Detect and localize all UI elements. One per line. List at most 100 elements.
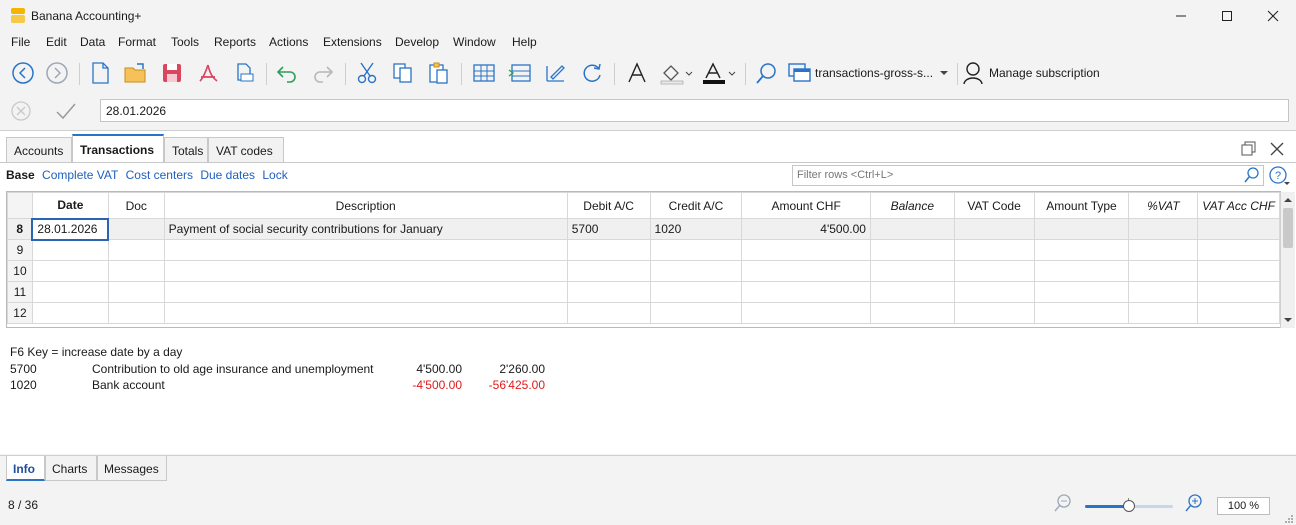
menu-tools[interactable]: Tools — [171, 35, 199, 49]
document-selector[interactable]: transactions-gross-s... — [788, 59, 954, 87]
cell-vat-acc[interactable] — [1197, 302, 1280, 324]
cell-amount[interactable] — [741, 260, 871, 282]
row-number[interactable]: 11 — [7, 281, 33, 303]
copy-button[interactable] — [388, 57, 418, 89]
cell-debit[interactable] — [566, 260, 651, 282]
cell-balance[interactable] — [869, 260, 955, 282]
row-number[interactable]: 9 — [7, 239, 33, 261]
vertical-scrollbar[interactable] — [1280, 192, 1295, 328]
zoom-level[interactable]: 100 % — [1217, 497, 1270, 515]
table-row[interactable]: 10 — [7, 260, 1280, 282]
scrollbar-thumb[interactable] — [1283, 208, 1293, 248]
forward-button[interactable] — [42, 57, 72, 89]
paste-button[interactable] — [424, 57, 454, 89]
menu-data[interactable]: Data — [80, 35, 105, 49]
tab-vat-codes[interactable]: VAT codes — [208, 137, 284, 162]
cell-vat-code[interactable] — [953, 218, 1035, 240]
add-rows-button[interactable] — [469, 57, 499, 89]
cell-debit[interactable] — [566, 281, 651, 303]
cell-vat-pct[interactable] — [1128, 302, 1199, 324]
back-button[interactable] — [8, 57, 38, 89]
help-button[interactable]: ? — [1269, 166, 1291, 186]
tab-transactions[interactable]: Transactions — [72, 134, 164, 163]
cell-date[interactable] — [31, 239, 109, 261]
new-file-button[interactable] — [85, 57, 115, 89]
cell-debit[interactable] — [566, 239, 651, 261]
view-base[interactable]: Base — [6, 168, 35, 182]
col-header-doc[interactable]: Doc — [107, 192, 165, 219]
menu-window[interactable]: Window — [453, 35, 496, 49]
cell-amount-type[interactable] — [1033, 239, 1130, 261]
cell-vat-pct[interactable] — [1128, 239, 1199, 261]
col-header-balance[interactable]: Balance — [869, 192, 955, 219]
close-panel-button[interactable] — [1268, 140, 1286, 158]
col-header-debit[interactable]: Debit A/C — [566, 192, 651, 219]
cell-amount[interactable] — [741, 281, 871, 303]
cell-edit-input[interactable]: 28.01.2026 — [100, 99, 1289, 122]
manage-subscription-button[interactable]: Manage subscription — [962, 59, 1100, 87]
cell-balance[interactable] — [869, 302, 955, 324]
cell-doc[interactable] — [107, 302, 165, 324]
cell-credit[interactable] — [649, 302, 743, 324]
minimize-button[interactable] — [1158, 0, 1204, 32]
cell-date[interactable] — [31, 302, 109, 324]
table-row[interactable]: 11 — [7, 281, 1280, 303]
cell-date[interactable] — [31, 260, 109, 282]
open-file-button[interactable] — [121, 57, 151, 89]
cell-vat-acc[interactable] — [1197, 260, 1280, 282]
undo-button[interactable] — [272, 57, 302, 89]
save-button[interactable] — [157, 57, 187, 89]
cell-credit[interactable]: 1020 — [649, 218, 743, 240]
row-number[interactable]: 12 — [7, 302, 33, 324]
table-row[interactable]: 12 — [7, 302, 1280, 324]
tab-accounts[interactable]: Accounts — [6, 137, 72, 162]
cell-vat-code[interactable] — [953, 281, 1035, 303]
close-window-button[interactable] — [1250, 0, 1296, 32]
cell-description[interactable] — [163, 281, 568, 303]
resize-grip-icon[interactable] — [1284, 514, 1294, 524]
cell-amount-type[interactable] — [1033, 302, 1130, 324]
cell-debit[interactable] — [566, 302, 651, 324]
view-lock[interactable]: Lock — [262, 168, 287, 182]
filter-search-button[interactable] — [1243, 166, 1261, 184]
zoom-slider[interactable] — [1085, 496, 1173, 514]
row-number[interactable]: 8 — [7, 218, 33, 240]
cut-button[interactable] — [352, 57, 382, 89]
zoom-slider-thumb[interactable] — [1123, 500, 1135, 512]
cancel-edit-button[interactable] — [10, 100, 32, 122]
table-row[interactable]: 8 28.01.2026 Payment of social security … — [7, 217, 1280, 241]
filter-rows-input[interactable]: Filter rows <Ctrl+L> — [792, 165, 1264, 186]
maximize-button[interactable] — [1204, 0, 1250, 32]
col-header-date[interactable]: Date — [31, 192, 109, 219]
cell-description[interactable]: Payment of social security contributions… — [163, 218, 568, 240]
cell-doc[interactable] — [107, 281, 165, 303]
view-cost-centers[interactable]: Cost centers — [126, 168, 193, 182]
cell-vat-pct[interactable] — [1128, 260, 1199, 282]
cell-description[interactable] — [163, 260, 568, 282]
insert-rows-button[interactable] — [505, 57, 535, 89]
col-header-credit[interactable]: Credit A/C — [649, 192, 743, 219]
cell-credit[interactable] — [649, 260, 743, 282]
cell-doc[interactable] — [107, 260, 165, 282]
cell-vat-code[interactable] — [953, 302, 1035, 324]
cell-date[interactable]: 28.01.2026 — [31, 217, 110, 241]
redo-button[interactable] — [308, 57, 338, 89]
search-button[interactable] — [752, 57, 782, 89]
font-button[interactable] — [622, 57, 652, 89]
confirm-edit-button[interactable] — [54, 100, 78, 122]
menu-help[interactable]: Help — [512, 35, 537, 49]
cell-balance[interactable] — [869, 281, 955, 303]
cell-vat-acc[interactable] — [1197, 239, 1280, 261]
cell-amount[interactable] — [741, 302, 871, 324]
menu-reports[interactable]: Reports — [214, 35, 256, 49]
menu-format[interactable]: Format — [118, 35, 156, 49]
col-header-vat-acc[interactable]: VAT Acc CHF — [1197, 192, 1280, 219]
col-header-description[interactable]: Description — [163, 192, 568, 219]
cell-vat-acc[interactable] — [1197, 218, 1280, 240]
cell-debit[interactable]: 5700 — [566, 218, 651, 240]
menu-edit[interactable]: Edit — [46, 35, 67, 49]
cell-vat-pct[interactable] — [1128, 218, 1199, 240]
zoom-out-button[interactable] — [1053, 493, 1073, 513]
cell-vat-pct[interactable] — [1128, 281, 1199, 303]
col-header-vat-code[interactable]: VAT Code — [953, 192, 1035, 219]
